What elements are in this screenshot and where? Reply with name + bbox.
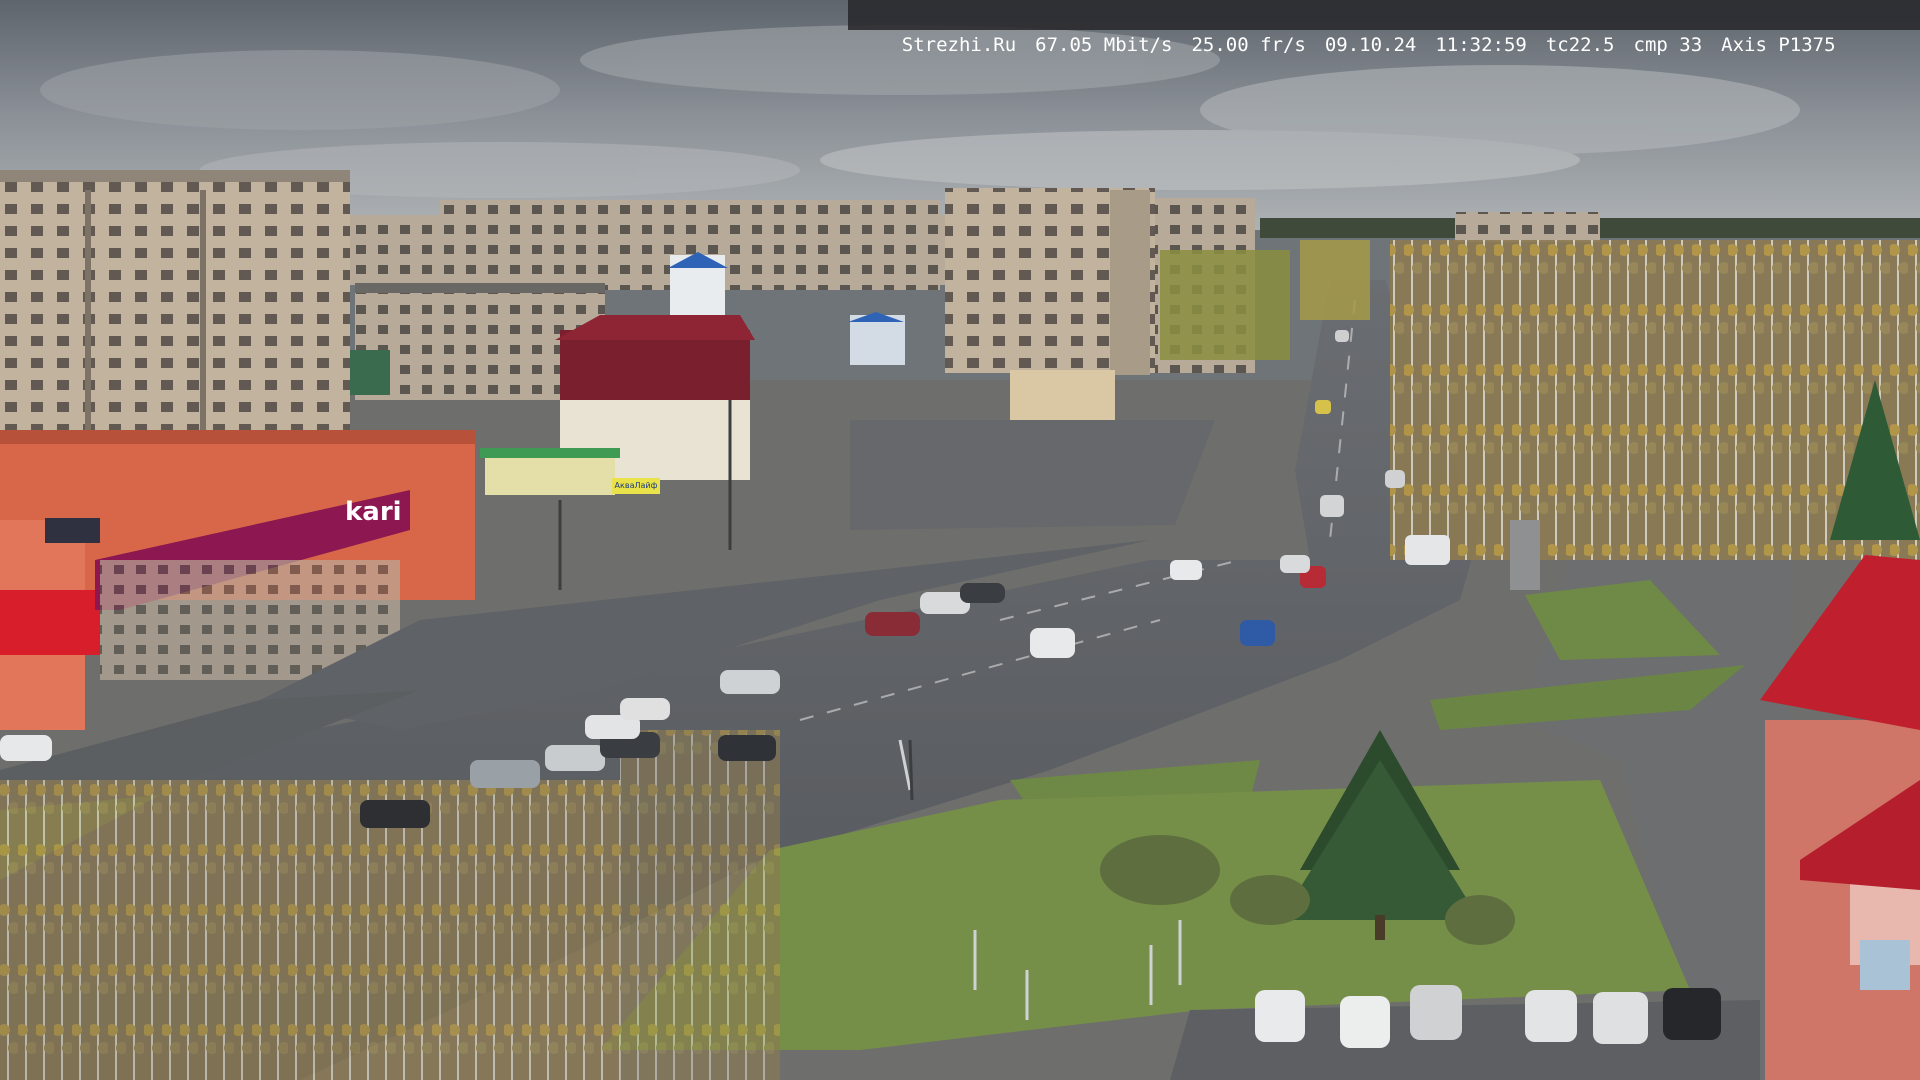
webcam-scene: kari Strezhi.Ru 67.05 Mbit/s 25.00 fr/s … <box>0 0 1920 1080</box>
scene-drawing: kari <box>0 0 1920 1080</box>
kari-sign: kari <box>345 497 402 527</box>
trees-mid <box>1160 250 1290 360</box>
overlay-camera-model: Axis P1375 <box>1721 34 1836 56</box>
paved-plaza <box>850 420 1215 530</box>
overlay-site: Strezhi.Ru <box>901 34 1017 56</box>
overlay-time: 11:32:59 <box>1435 34 1527 56</box>
camera-info-overlay: Strezhi.Ru 67.05 Mbit/s 25.00 fr/s 09.10.24… <box>848 0 1920 56</box>
overlay-cmp: cmp 33 <box>1633 34 1703 56</box>
kiosk <box>485 455 615 495</box>
overlay-bitrate: 67.05 Mbit/s <box>1035 34 1173 56</box>
monument <box>1510 520 1540 590</box>
overlay-framerate: 25.00 fr/s <box>1191 34 1306 56</box>
overlay-date: 09.10.24 <box>1324 34 1417 56</box>
overlay-tc: tc22.5 <box>1545 34 1615 56</box>
foreground-trees <box>0 780 620 1080</box>
akvalife-sign: АкваЛайф <box>612 478 660 494</box>
